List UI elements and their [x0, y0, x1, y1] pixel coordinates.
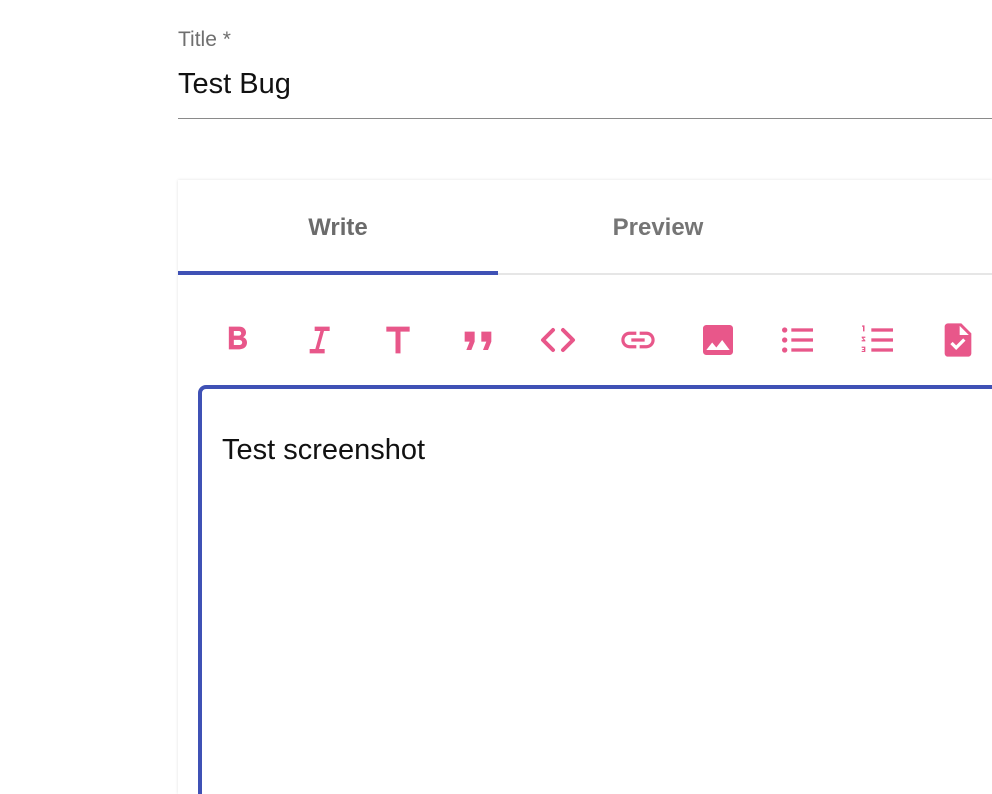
tab-write[interactable]: Write: [178, 180, 498, 275]
markdown-textarea[interactable]: Test screenshot: [198, 385, 992, 794]
editor-tabs: Write Preview: [178, 180, 992, 275]
code-icon: [541, 328, 575, 352]
quote-icon: [464, 331, 492, 350]
page: Title * Write Preview: [0, 0, 992, 794]
image-button[interactable]: [692, 314, 744, 366]
code-button[interactable]: [532, 314, 584, 366]
image-icon: [703, 325, 733, 355]
title-field[interactable]: Title *: [178, 28, 992, 119]
bold-button[interactable]: [212, 314, 264, 366]
checked-list-button[interactable]: [932, 314, 984, 366]
ordered-list-button[interactable]: [852, 314, 904, 366]
header-icon: [386, 326, 410, 354]
formatting-toolbar: [178, 314, 992, 366]
header-button[interactable]: [372, 314, 424, 366]
bold-icon: [228, 326, 247, 350]
title-label: Title *: [178, 28, 231, 51]
checked-list-icon: [944, 323, 972, 357]
unordered-list-icon: [782, 327, 813, 353]
quote-button[interactable]: [452, 314, 504, 366]
unordered-list-button[interactable]: [772, 314, 824, 366]
ordered-list-icon: [861, 325, 893, 352]
italic-button[interactable]: [292, 314, 344, 366]
tab-preview[interactable]: Preview: [498, 180, 818, 275]
active-tab-indicator: [178, 271, 498, 275]
link-icon: [621, 331, 655, 349]
title-input[interactable]: [178, 68, 992, 101]
italic-icon: [309, 326, 330, 354]
link-button[interactable]: [612, 314, 664, 366]
markdown-editor: Write Preview Test screenshot: [178, 180, 992, 794]
